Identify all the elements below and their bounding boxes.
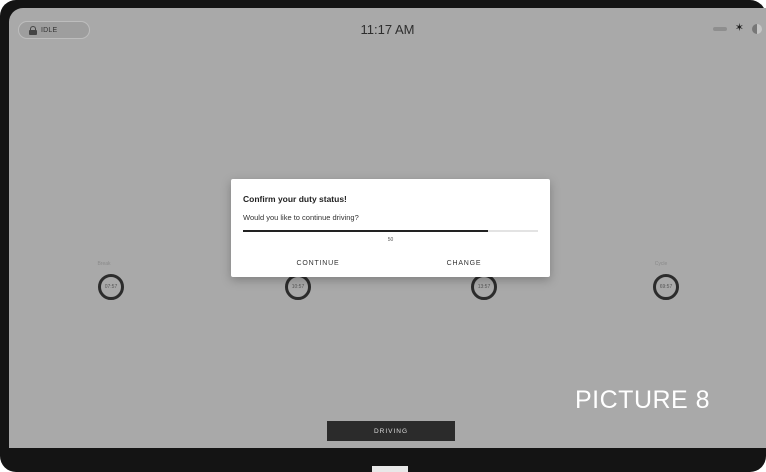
dialog-message: Would you like to continue driving? — [243, 213, 359, 222]
status-clock: 11:17 AM — [360, 22, 415, 37]
countdown-value: 50 — [387, 237, 394, 243]
driving-status-button[interactable]: DRIVING — [327, 421, 455, 441]
dialog-title: Confirm your duty status! — [243, 194, 347, 204]
break-clock-label: Break — [97, 261, 111, 267]
cycle-clock-label: Cycle — [654, 261, 668, 267]
drive-clock-value: 10:57 — [291, 284, 305, 290]
cycle-clock-gauge: 69:57 — [653, 274, 679, 300]
shift-clock-gauge: 13:57 — [471, 274, 497, 300]
duty-status-dialog: Confirm your duty status! Would you like… — [231, 179, 550, 277]
countdown-progress-bar — [243, 230, 538, 232]
drive-clock-gauge: 10:57 — [285, 274, 311, 300]
break-clock-value: 07:57 — [104, 284, 118, 290]
break-clock-gauge: 07:57 — [98, 274, 124, 300]
brightness-icon — [752, 23, 762, 34]
signal-icon — [712, 26, 727, 31]
tablet-frame: IDLE 11:17 AM ✶ Break 07:57 10:57 13:57 … — [0, 0, 766, 472]
app-screen: IDLE 11:17 AM ✶ Break 07:57 10:57 13:57 … — [9, 8, 766, 448]
bluetooth-icon: ✶ — [734, 22, 744, 34]
countdown-progress-fill — [243, 230, 488, 232]
shift-clock-value: 13:57 — [477, 284, 491, 290]
home-indicator — [372, 466, 408, 472]
change-button[interactable]: CHANGE — [414, 255, 514, 271]
cycle-clock-value: 69:57 — [659, 284, 673, 290]
continue-button[interactable]: CONTINUE — [268, 255, 368, 271]
picture-caption: PICTURE 8 — [575, 386, 711, 414]
system-tray: ✶ — [712, 22, 762, 34]
